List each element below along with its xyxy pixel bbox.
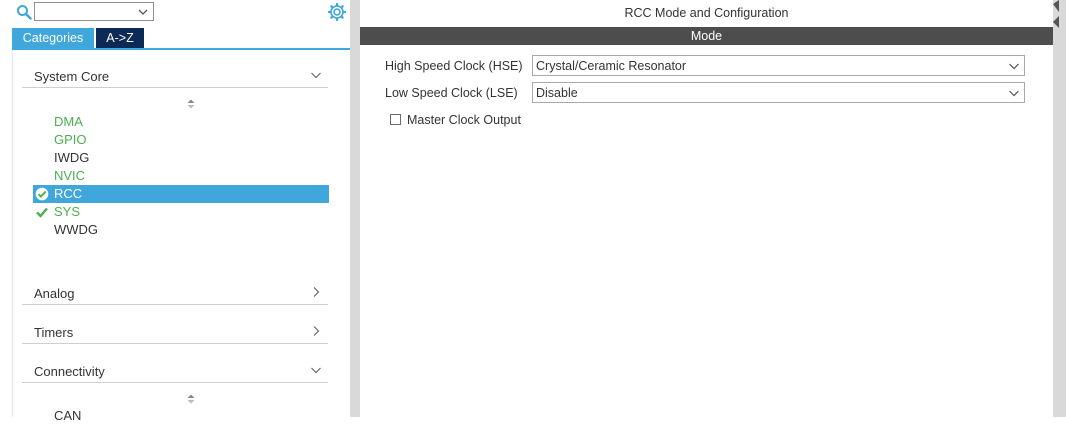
section-system-core[interactable]: System Core (22, 57, 328, 88)
list-item-dma[interactable]: DMA (33, 113, 329, 131)
search-icon[interactable] (16, 4, 32, 20)
item-label: WWDG (54, 222, 99, 237)
item-label: GPIO (54, 132, 87, 147)
section-connectivity[interactable]: Connectivity (22, 352, 328, 383)
chevron-down-icon (138, 9, 148, 15)
list-item-nvic[interactable]: NVIC (33, 167, 329, 185)
item-label: RCC (54, 186, 83, 201)
panel-splitter[interactable] (350, 0, 360, 417)
item-label: DMA (54, 114, 83, 129)
collapse-arrow-icon[interactable] (1053, 0, 1061, 44)
chevron-down-icon (1009, 63, 1019, 70)
panel-title: RCC Mode and Configuration (624, 6, 789, 20)
chevron-down-icon (311, 367, 321, 374)
section-label: Timers (34, 325, 74, 340)
category-tabs: Categories A->Z (12, 28, 350, 50)
hse-select[interactable]: Crystal/Ceramic Resonator (532, 55, 1025, 76)
list-item-sys[interactable]: SYS (33, 203, 329, 221)
item-label: NVIC (54, 168, 86, 183)
hse-label: High Speed Clock (HSE) (385, 59, 523, 73)
section-analog[interactable]: Analog (22, 274, 328, 305)
master-clock-output-checkbox[interactable] (390, 114, 401, 125)
list-item-rcc[interactable]: RCC (33, 185, 329, 203)
chevron-down-icon (1009, 90, 1019, 97)
chevron-right-icon (313, 326, 320, 336)
item-label: IWDG (54, 150, 90, 165)
sort-icon[interactable] (186, 99, 196, 109)
check-icon (36, 207, 48, 218)
gear-icon[interactable] (328, 3, 346, 21)
lse-value: Disable (536, 86, 578, 100)
rcc-config-panel: RCC Mode and Configuration Mode High Spe… (360, 0, 1053, 417)
item-label: CAN (54, 408, 82, 423)
list-item-iwdg[interactable]: IWDG (33, 149, 329, 167)
chevron-down-icon (311, 72, 321, 79)
search-combobox[interactable] (34, 2, 154, 21)
item-label: SYS (54, 204, 81, 219)
sort-icon[interactable] (186, 394, 196, 404)
category-tree: System Core DMA GPIO IWDG NVIC RCC SYS W… (12, 50, 351, 423)
master-clock-output-label: Master Clock Output (407, 113, 521, 127)
list-item-can[interactable]: CAN (33, 407, 329, 425)
hse-value: Crystal/Ceramic Resonator (536, 59, 687, 73)
list-item-gpio[interactable]: GPIO (33, 131, 329, 149)
tab-a-to-z[interactable]: A->Z (96, 28, 144, 48)
lse-label: Low Speed Clock (LSE) (385, 86, 518, 100)
check-circle-icon (35, 187, 49, 201)
section-label: System Core (34, 69, 110, 84)
tab-categories[interactable]: Categories (12, 28, 94, 48)
chevron-right-icon (313, 287, 320, 297)
lse-select[interactable]: Disable (532, 82, 1025, 103)
mode-header: Mode (360, 27, 1053, 45)
section-label: Analog (34, 286, 75, 301)
right-scrollbar[interactable] (1053, 0, 1066, 417)
section-label: Connectivity (34, 364, 105, 379)
left-panel: Categories A->Z System Core DMA GPIO IWD… (0, 0, 351, 423)
list-item-wwdg[interactable]: WWDG (33, 221, 329, 239)
section-timers[interactable]: Timers (22, 313, 328, 344)
